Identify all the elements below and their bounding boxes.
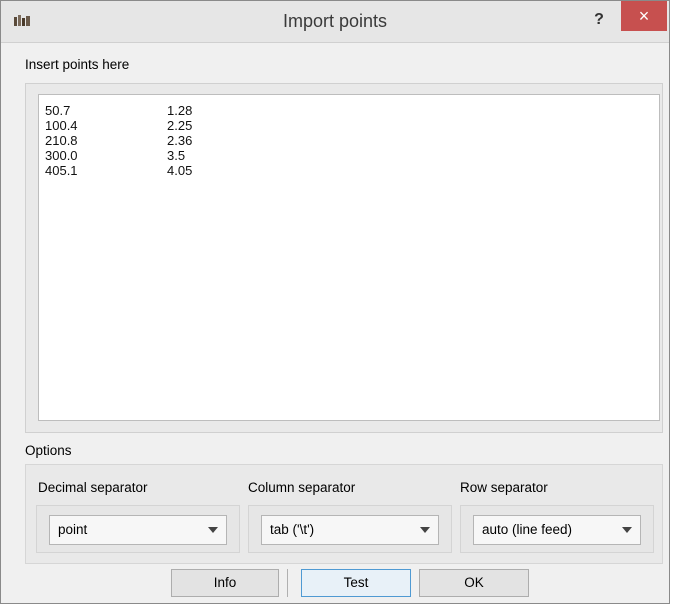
decimal-separator-label: Decimal separator xyxy=(38,480,148,495)
y-value: 2.25 xyxy=(167,118,193,133)
ok-button[interactable]: OK xyxy=(419,569,529,597)
x-value: 210.8 xyxy=(45,133,78,148)
y-value: 2.36 xyxy=(167,133,193,148)
column-separator-value: tab ('\t') xyxy=(270,522,315,537)
chevron-down-icon xyxy=(622,527,632,533)
x-value: 300.0 xyxy=(45,148,78,163)
column-separator-label: Column separator xyxy=(248,480,356,495)
help-icon[interactable]: ? xyxy=(585,7,613,35)
options-label: Options xyxy=(25,443,72,458)
x-value: 405.1 xyxy=(45,163,78,178)
insert-points-label: Insert points here xyxy=(25,57,130,72)
column-separator-group: tab ('\t') xyxy=(248,505,452,553)
x-value: 100.4 xyxy=(45,118,78,133)
decimal-separator-value: point xyxy=(58,522,88,537)
column-separator-select[interactable]: tab ('\t') xyxy=(261,515,439,545)
y-value: 4.05 xyxy=(167,163,193,178)
row-separator-select[interactable]: auto (line feed) xyxy=(473,515,641,545)
decimal-separator-group: point xyxy=(36,505,240,553)
test-button[interactable]: Test xyxy=(301,569,411,597)
window-title: Import points xyxy=(282,11,388,31)
title-bar[interactable]: Import points ? × xyxy=(1,1,669,43)
close-button[interactable]: × xyxy=(621,1,667,31)
decimal-separator-select[interactable]: point xyxy=(49,515,227,545)
row-separator-label: Row separator xyxy=(460,480,548,495)
points-input-frame: 50.7 1.28 100.4 2.25 210.8 2.36 300.0 3.… xyxy=(25,83,663,433)
info-button[interactable]: Info xyxy=(171,569,279,597)
chevron-down-icon xyxy=(420,527,430,533)
import-points-dialog: Import points ? × Insert points here 50.… xyxy=(0,0,670,604)
row-separator-group: auto (line feed) xyxy=(460,505,654,553)
y-value: 3.5 xyxy=(167,148,186,163)
button-separator xyxy=(287,569,288,597)
options-panel: Decimal separator point Column separator… xyxy=(25,464,663,564)
y-value: 1.28 xyxy=(167,103,193,118)
x-value: 50.7 xyxy=(45,103,71,118)
points-textarea[interactable]: 50.7 1.28 100.4 2.25 210.8 2.36 300.0 3.… xyxy=(38,94,660,421)
chevron-down-icon xyxy=(208,527,218,533)
row-separator-value: auto (line feed) xyxy=(482,522,573,537)
